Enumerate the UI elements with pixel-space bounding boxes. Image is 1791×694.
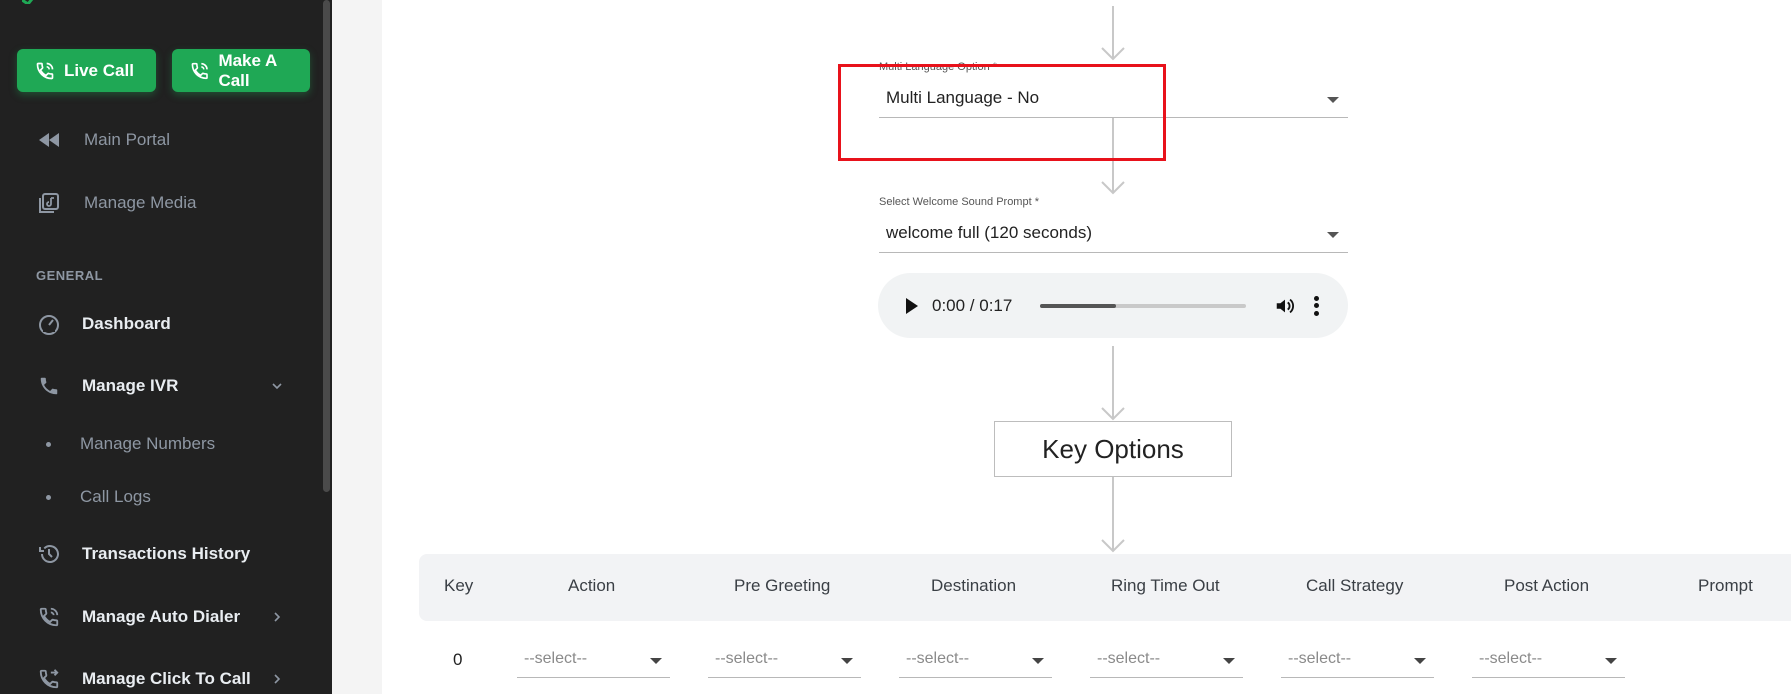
sidebar-item-label: Dashboard [82,314,171,333]
column-header-destination: Destination [931,576,1017,595]
live-call-label: Live Call [64,60,134,80]
history-icon [38,543,60,565]
select-value: --select-- [715,649,779,667]
column-header-call-strategy: Call Strategy [1306,576,1404,595]
sidebar-item-manage-auto-dialer[interactable]: Manage Auto Dialer [0,605,320,629]
key-options-title: Key Options [994,421,1232,477]
audio-player: 0:00 / 0:17 [878,273,1348,338]
sidebar-subitem-call-logs[interactable]: Call Logs [0,487,320,507]
sidebar-item-label: Manage Auto Dialer [82,607,241,626]
section-header-general: GENERAL [36,268,104,283]
column-header-post-action: Post Action [1504,576,1590,595]
bullet-icon [46,441,51,447]
caret-down-icon [1032,657,1044,664]
destination-select[interactable]: --select-- [899,640,1052,678]
column-header-prompt: Prompt [1698,576,1753,595]
sidebar-subitem-label: Manage Numbers [80,434,216,453]
arrow-down-icon [1101,181,1125,195]
media-library-icon [38,192,60,214]
make-call-button[interactable]: Make A Call [172,49,310,92]
live-call-button[interactable]: Live Call [17,49,156,92]
column-header-action: Action [568,576,616,595]
audio-seek-bar[interactable] [1040,303,1246,308]
select-value: --select-- [1479,649,1543,667]
sidebar-item-label: Main Portal [84,130,170,149]
arrow-down-icon [1101,407,1125,421]
sidebar-item-transactions-history[interactable]: Transactions History [0,542,320,566]
action-select[interactable]: --select-- [517,640,670,678]
phone-repeat-icon [38,606,60,628]
sidebar-scrollbar[interactable] [323,0,330,492]
phone-icon [38,375,60,397]
sidebar-subitem-manage-numbers[interactable]: Manage Numbers [0,434,320,454]
sidebar-item-dashboard[interactable]: Dashboard [0,312,320,336]
welcome-prompt-select[interactable]: welcome full (120 seconds) [879,213,1348,253]
sidebar-subitem-label: Call Logs [80,487,151,506]
sidebar-item-main-portal[interactable]: Main Portal [0,128,320,152]
caret-down-icon [841,657,853,664]
caret-down-icon [1605,657,1617,664]
sidebar-item-label: Manage Media [84,193,197,212]
select-value: --select-- [1288,649,1352,667]
caret-down-icon [1327,96,1339,103]
caret-down-icon [1223,657,1235,664]
arrow-down-icon [1101,47,1125,61]
phone-ringing-icon [191,62,208,79]
select-value: --select-- [1097,649,1161,667]
sidebar-item-manage-ivr[interactable]: Manage IVR [0,374,320,398]
table-header: Key Action Pre Greeting Destination Ring… [419,554,1791,621]
phone-forward-icon [38,668,60,690]
caret-down-icon [1414,657,1426,664]
post-action-select[interactable]: --select-- [1472,640,1625,678]
audio-progress [1040,303,1117,308]
select-value: --select-- [906,649,970,667]
speedometer-icon [38,313,60,335]
welcome-prompt-label: Select Welcome Sound Prompt * [879,196,1039,208]
chevron-right-icon[interactable] [272,674,282,684]
arrow-down-icon [1101,539,1125,553]
logo-icon [22,0,34,4]
play-icon[interactable] [906,297,918,314]
sidebar-item-label: Manage IVR [82,376,179,395]
call-strategy-select[interactable]: --select-- [1281,640,1434,678]
ring-time-out-select[interactable]: --select-- [1090,640,1243,678]
highlight-box [838,64,1166,161]
caret-down-icon [650,657,662,664]
column-header-ring-time-out: Ring Time Out [1111,576,1220,595]
caret-down-icon [1327,231,1339,238]
sidebar: Live Call Make A Call Main Portal Manage… [0,0,332,694]
bullet-icon [46,494,51,500]
volume-icon[interactable] [1274,295,1296,317]
chevron-down-icon[interactable] [272,381,282,391]
rewind-icon [38,129,60,151]
sidebar-item-label: Transactions History [82,544,251,563]
audio-time: 0:00 / 0:17 [932,295,1013,315]
phone-ringing-icon [36,62,54,79]
welcome-prompt-value: welcome full (120 seconds) [886,222,1092,242]
select-value: --select-- [524,649,588,667]
column-header-pre-greeting: Pre Greeting [734,576,831,595]
make-call-label: Make A Call [218,50,277,90]
pre-greeting-select[interactable]: --select-- [708,640,861,678]
sidebar-item-manage-media[interactable]: Manage Media [0,191,320,215]
column-header-key: Key [444,576,474,595]
sidebar-item-label: Manage Click To Call [82,669,251,688]
sidebar-item-manage-click-to-call[interactable]: Manage Click To Call [0,667,320,691]
chevron-right-icon[interactable] [272,612,282,622]
row-key-value: 0 [453,650,463,669]
more-options-icon[interactable] [1313,295,1319,316]
